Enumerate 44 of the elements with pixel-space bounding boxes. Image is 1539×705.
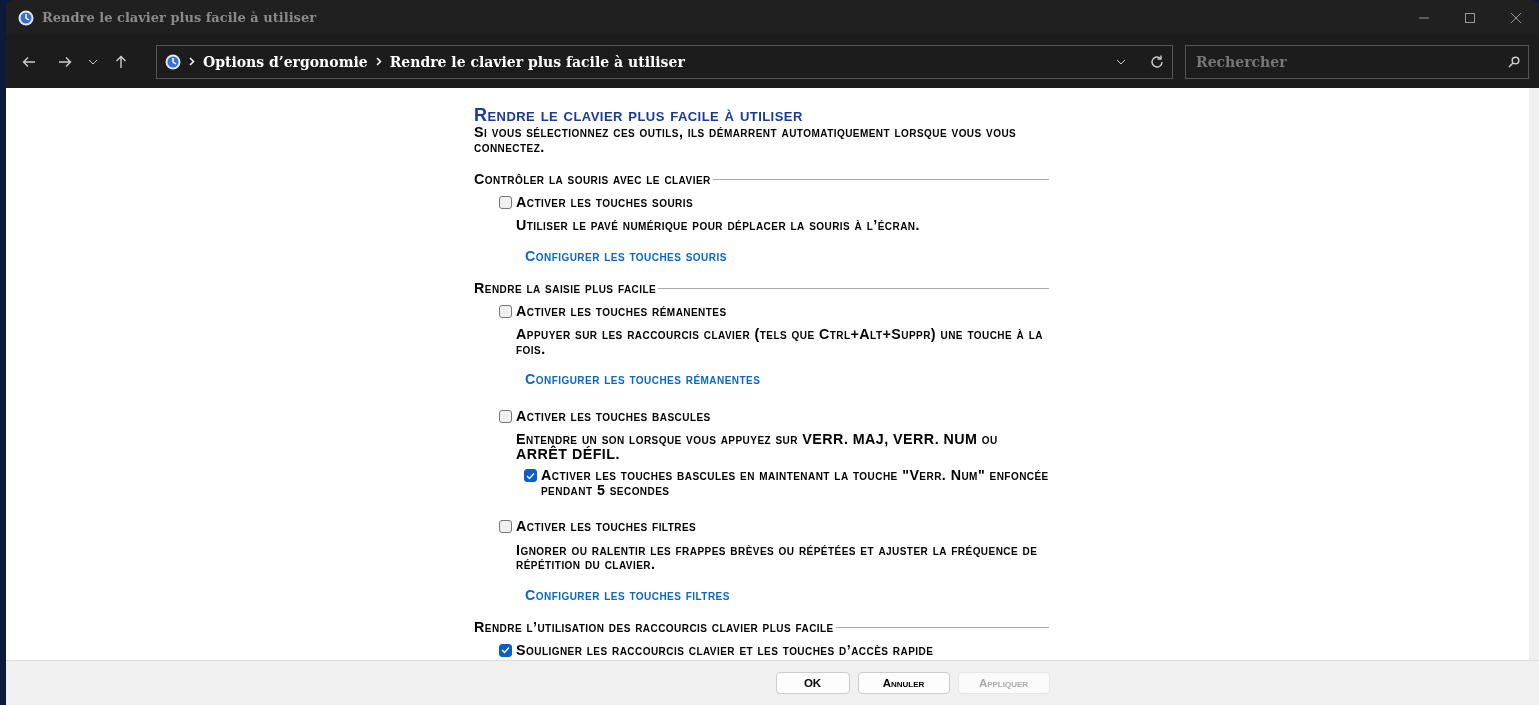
description-text: Ignorer ou ralentir les frappes brèves ou répétées et ajuster la fréquence de répétition du clavier. [516, 542, 1039, 572]
checkbox[interactable] [499, 304, 512, 318]
intro-text: Si vous sélectionnez ces outils, ils démarrent automatiquement lorsque vous vous connectez. [474, 125, 1018, 154]
checkbox-label[interactable]: Activer les touches bascules en maintenant la touche "Verr. Num" enfoncée pendant 5 secondes [541, 468, 1049, 497]
back-arrow-icon[interactable] [22, 55, 36, 68]
breadcrumb-item[interactable]: Options d’ergonomie [203, 53, 368, 70]
dialog-button[interactable]: Annuler [857, 672, 950, 694]
refresh-icon[interactable] [1150, 54, 1164, 69]
checkbox[interactable] [524, 469, 537, 482]
breadcrumb-item[interactable]: Rendre le clavier plus facile à utiliser [389, 53, 685, 70]
section-heading: Rendre l’utilisation des raccourcis clavier plus facile [474, 620, 834, 635]
close-icon[interactable] [1510, 11, 1522, 24]
checkbox[interactable] [499, 409, 512, 423]
configure-link[interactable]: Configurer les touches souris [525, 248, 727, 263]
checkbox[interactable] [499, 643, 512, 657]
up-arrow-icon[interactable] [115, 54, 127, 69]
checkbox-label[interactable]: Souligner les raccourcis clavier et les touches d’accès rapide [516, 642, 934, 657]
scrollbar[interactable] [1529, 88, 1539, 660]
search-icon [1508, 55, 1520, 68]
description-text: Entendre un son lorsque vous appuyez sur VERR. MAJ, VERR. NUM ou ARRÊT DÉFIL. [516, 432, 999, 461]
checkbox-label[interactable]: Activer les touches filtres [516, 519, 697, 534]
section-heading: Contrôler la souris avec le clavier [474, 172, 711, 187]
page-title: Rendre le clavier plus facile à utiliser [474, 105, 804, 125]
maximize-icon[interactable] [1464, 11, 1476, 24]
search-field[interactable]: Rechercher [1185, 44, 1529, 79]
chevron-icon [189, 57, 195, 66]
window-title: Rendre le clavier plus facile à utiliser [42, 10, 316, 25]
chevron-down-icon[interactable] [88, 58, 98, 65]
configure-link[interactable]: Configurer les touches rémanentes [525, 372, 761, 387]
description-text: Appuyer sur les raccourcis clavier (tels que Ctrl+Alt+Suppr) une touche à la fois. [516, 327, 1044, 356]
dropdown-icon[interactable] [1116, 58, 1126, 65]
configure-link[interactable]: Configurer les touches filtres [525, 587, 730, 602]
checkbox-label[interactable]: Activer les touches bascules [516, 408, 711, 423]
checkbox[interactable] [499, 195, 512, 209]
section-heading: Rendre la saisie plus facile [474, 281, 657, 296]
chevron-icon [375, 57, 382, 66]
description-text: Utiliser le pavé numérique pour déplacer la souris à l’écran. [516, 218, 921, 233]
forward-arrow-icon[interactable] [58, 55, 72, 68]
address-bar[interactable]: Options d’ergonomie Rendre le clavier plus facile à utiliser [156, 44, 1173, 79]
checkbox-label[interactable]: Activer les touches rémanentes [516, 303, 727, 318]
dialog-button[interactable]: OK [775, 672, 850, 694]
checkbox[interactable] [499, 520, 512, 533]
search-input[interactable]: Rechercher [1194, 52, 1508, 71]
checkbox-label[interactable]: Activer les touches souris [516, 194, 694, 209]
